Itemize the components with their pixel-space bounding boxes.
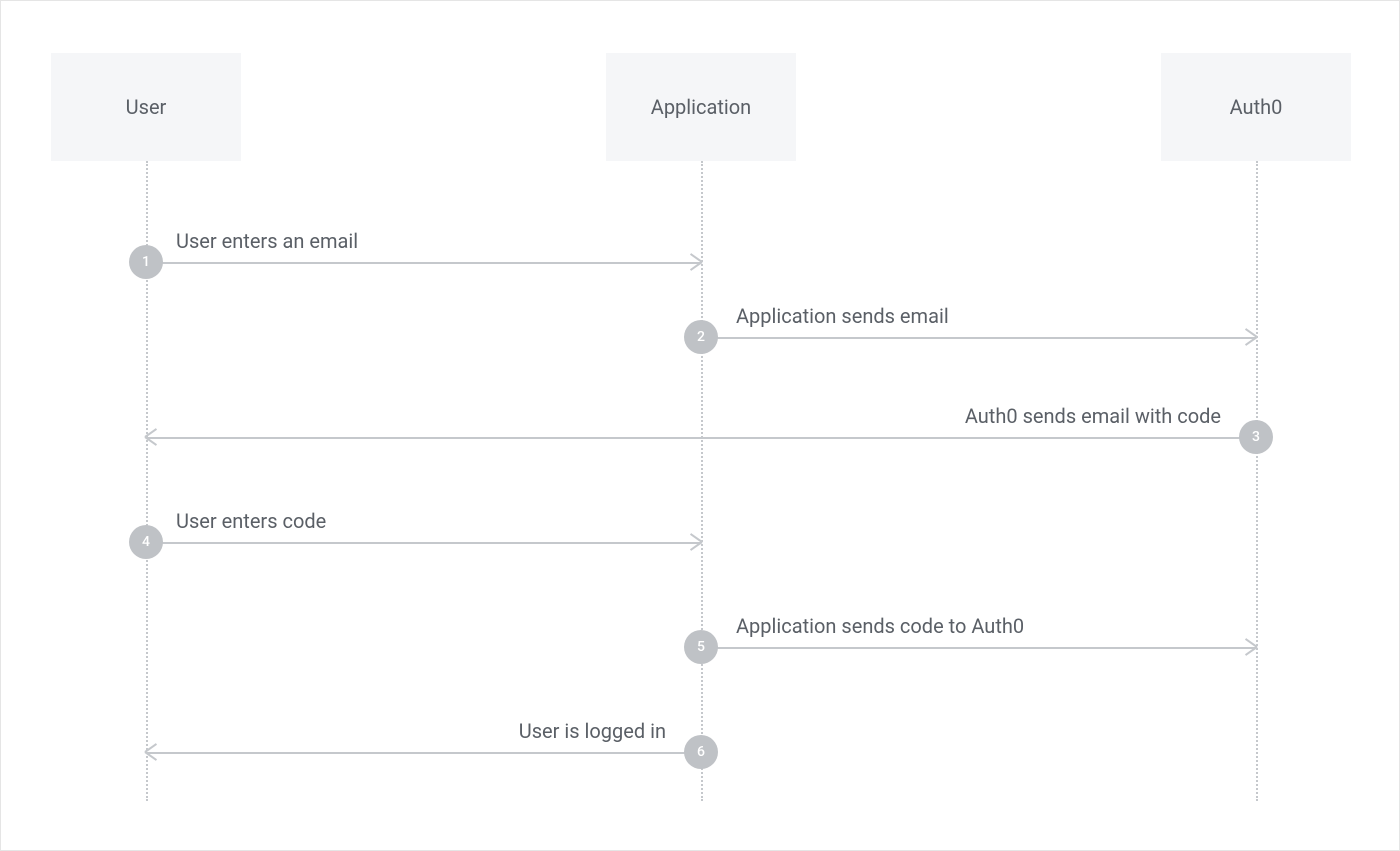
message-label-1: User enters an email [176,229,358,253]
actor-user: User [51,53,241,161]
arrow-line [146,752,701,754]
step-badge-5: 5 [684,630,718,664]
step-badge-2: 2 [684,320,718,354]
message-label-4: User enters code [176,509,326,533]
actor-application: Application [606,53,796,161]
message-step-4: 4 User enters code [146,541,701,543]
message-label-5: Application sends code to Auth0 [736,614,1024,638]
arrow-line [146,542,701,544]
step-number: 6 [697,744,705,760]
message-step-3: 3 Auth0 sends email with code [146,436,1256,438]
arrow-line [146,262,701,264]
message-step-6: 6 User is logged in [146,751,701,753]
actor-auth0: Auth0 [1161,53,1351,161]
arrow-line [701,647,1256,649]
step-badge-6: 6 [684,735,718,769]
message-step-1: 1 User enters an email [146,261,701,263]
step-number: 5 [697,639,705,655]
step-number: 4 [142,534,150,550]
message-step-5: 5 Application sends code to Auth0 [701,646,1256,648]
arrow-line [701,337,1256,339]
arrow-line [146,437,1256,439]
lifeline-application [701,161,703,801]
actor-auth0-label: Auth0 [1230,95,1283,119]
step-number: 3 [1252,429,1260,445]
message-label-3: Auth0 sends email with code [965,404,1221,428]
message-label-6: User is logged in [519,719,666,743]
step-badge-1: 1 [129,245,163,279]
message-step-2: 2 Application sends email [701,336,1256,338]
lifeline-auth0 [1256,161,1258,801]
step-badge-4: 4 [129,525,163,559]
message-label-2: Application sends email [736,304,949,328]
step-badge-3: 3 [1239,420,1273,454]
step-number: 2 [697,329,705,345]
actor-user-label: User [126,95,167,119]
actor-application-label: Application [651,95,751,119]
step-number: 1 [142,254,150,270]
sequence-diagram: User Application Auth0 1 User enters an … [1,1,1399,850]
